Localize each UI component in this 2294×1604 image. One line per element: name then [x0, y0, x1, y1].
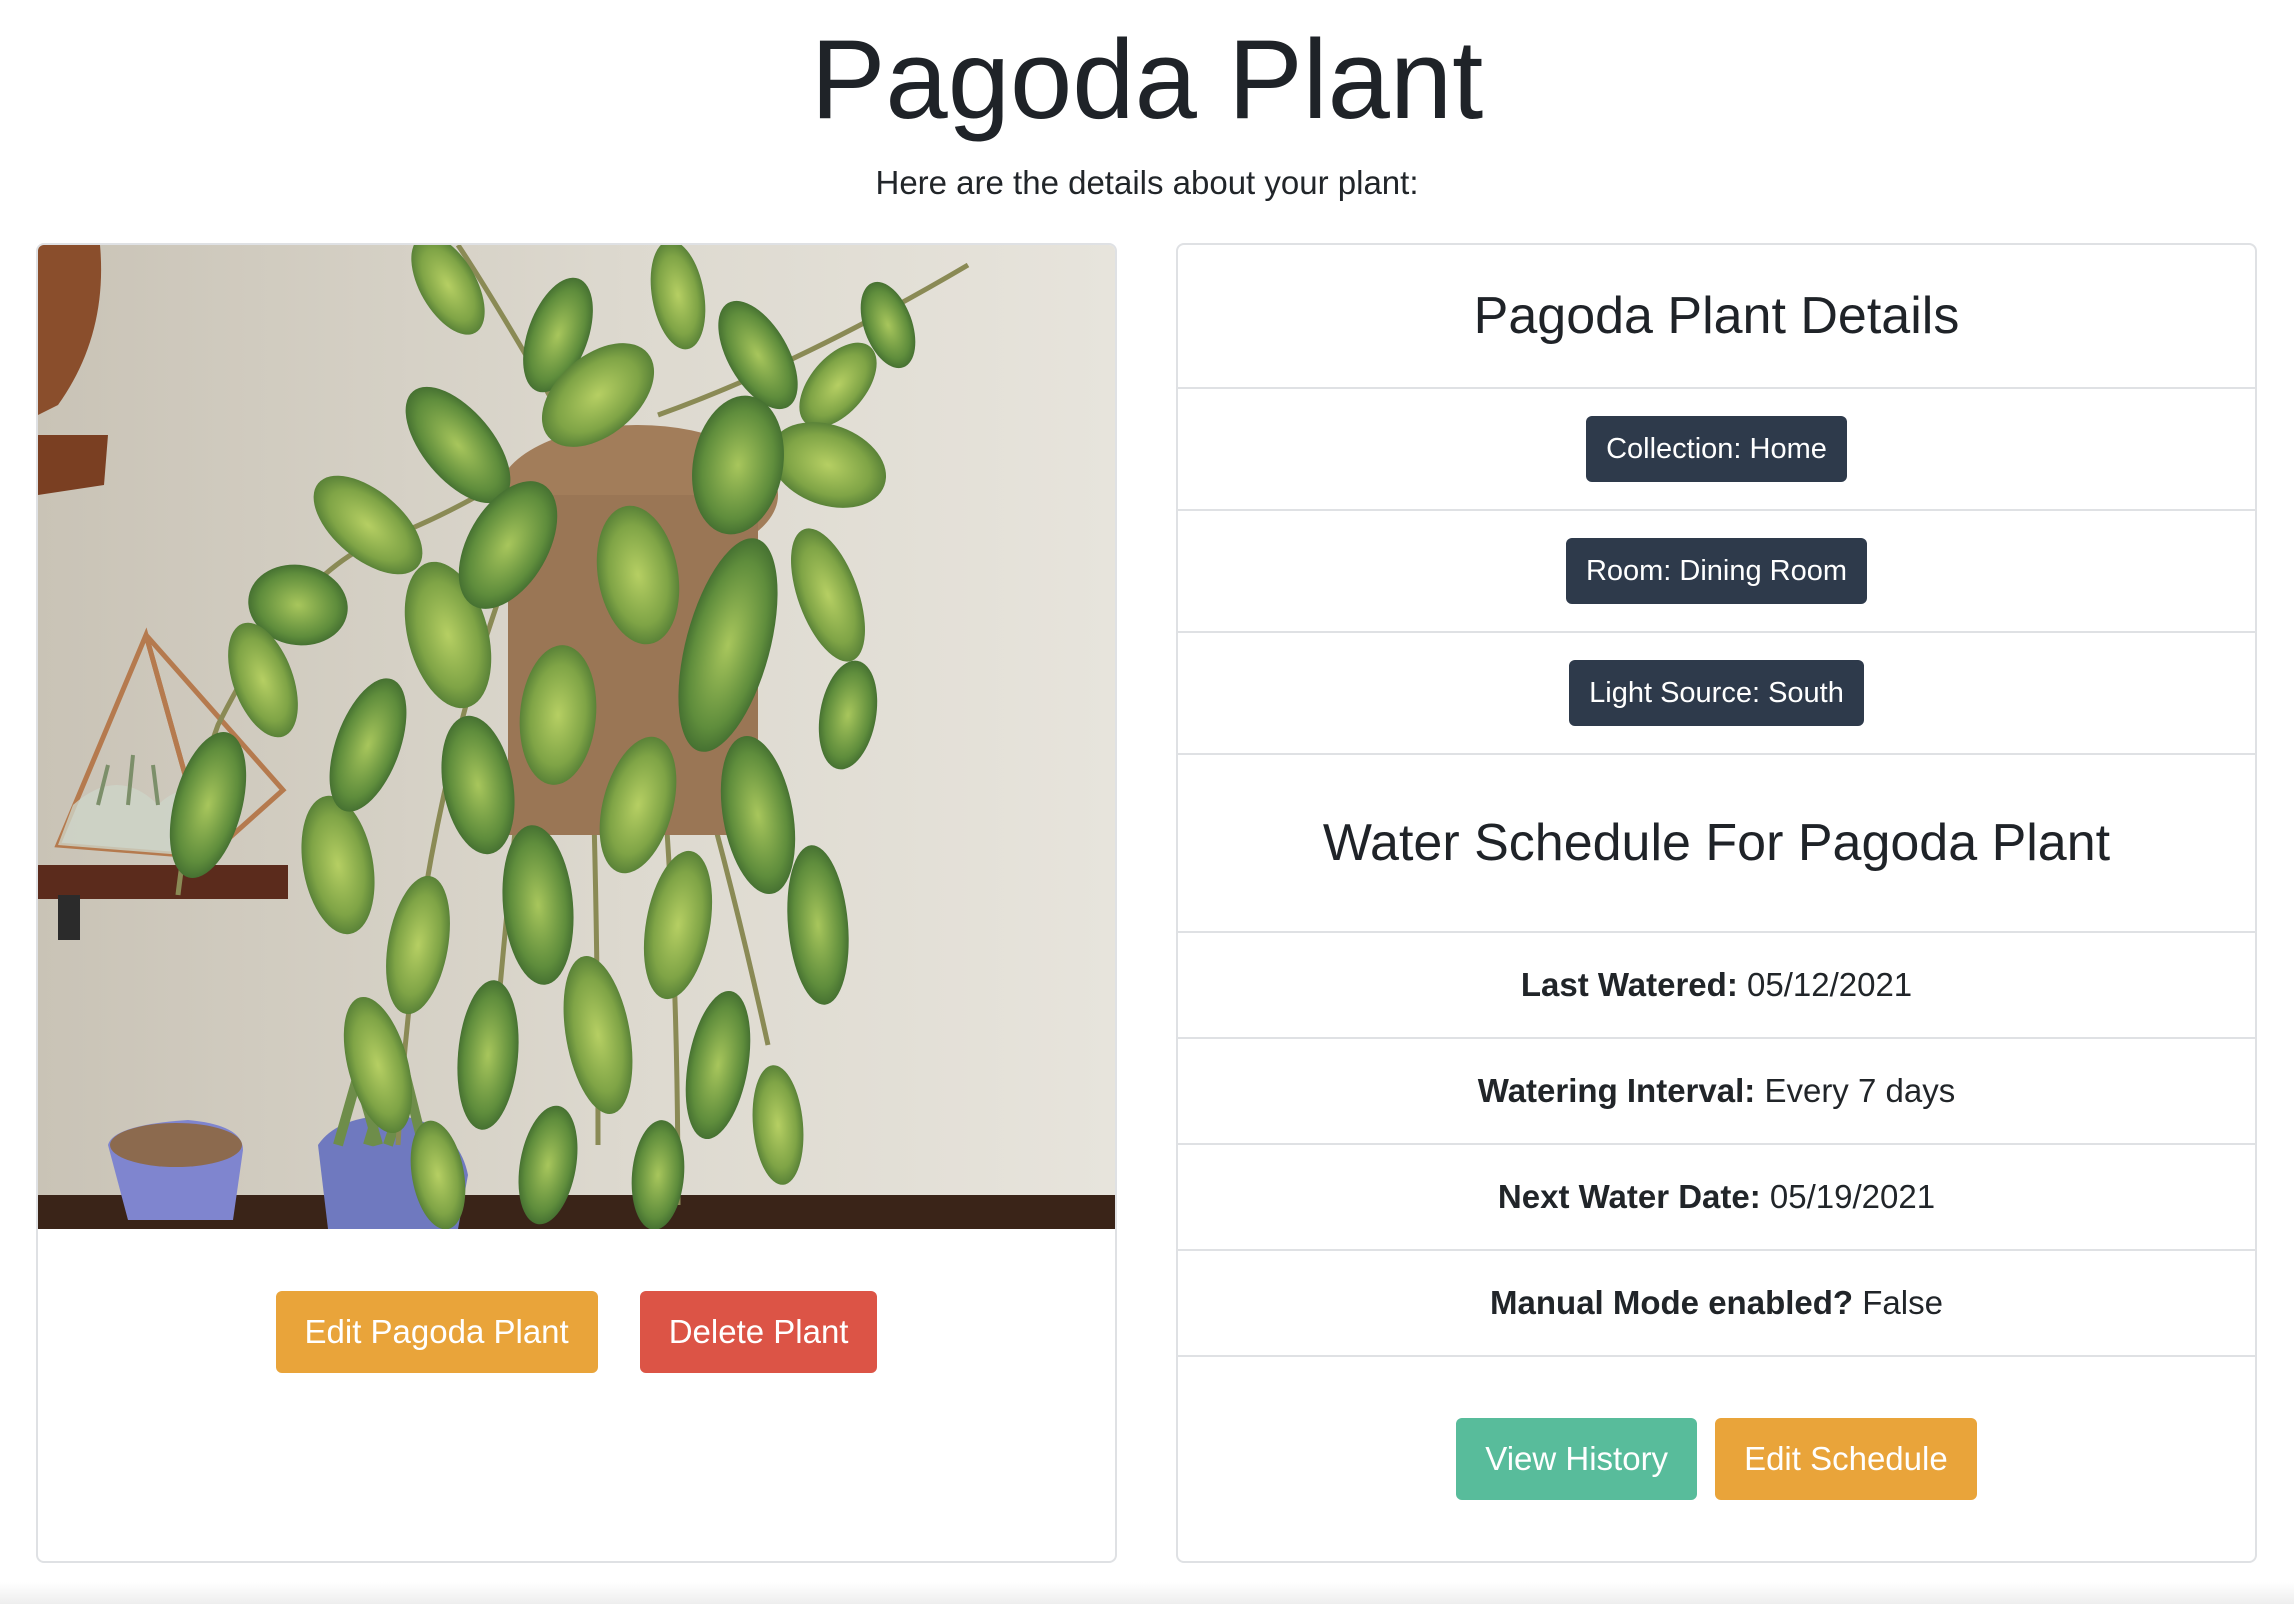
light-source-badge: Light Source: South — [1569, 660, 1864, 726]
next-water-date-label: Next Water Date: — [1497, 1178, 1761, 1215]
details-title: Pagoda Plant Details — [1178, 245, 2255, 389]
manual-mode-label: Manual Mode enabled? — [1490, 1284, 1854, 1321]
watering-interval-value: Every 7 days — [1764, 1072, 1956, 1109]
last-watered-row: Last Watered: 05/12/2021 — [1178, 933, 2255, 1039]
room-badge: Room: Dining Room — [1565, 538, 1868, 604]
next-water-date-value: 05/19/2021 — [1769, 1178, 1936, 1215]
plant-details-card: Pagoda Plant Details Collection: Home Ro… — [1176, 243, 2257, 1563]
page-subtitle: Here are the details about your plant: — [875, 164, 1419, 201]
page-title: Pagoda Plant — [810, 17, 1484, 142]
plant-actions: Edit Pagoda Plant Delete Plant — [38, 1291, 1115, 1373]
delete-plant-button[interactable]: Delete Plant — [639, 1291, 878, 1373]
last-watered-value: 05/12/2021 — [1746, 966, 1913, 1003]
watering-interval-row: Watering Interval: Every 7 days — [1178, 1039, 2255, 1145]
schedule-actions: View History Edit Schedule — [1178, 1418, 2255, 1500]
next-water-date-row: Next Water Date: 05/19/2021 — [1178, 1145, 2255, 1251]
manual-mode-row: Manual Mode enabled? False — [1178, 1251, 2255, 1357]
plant-photo-card: Edit Pagoda Plant Delete Plant — [36, 243, 1117, 1563]
collection-badge: Collection: Home — [1586, 416, 1847, 482]
light-source-row: Light Source: South — [1178, 633, 2255, 755]
watering-interval-label: Watering Interval: — [1477, 1072, 1756, 1109]
view-history-button[interactable]: View History — [1456, 1418, 1698, 1500]
edit-plant-button[interactable]: Edit Pagoda Plant — [275, 1291, 598, 1373]
page-bottom-edge — [0, 1582, 2294, 1604]
plant-photo — [38, 245, 1115, 1229]
water-schedule-title: Water Schedule For Pagoda Plant — [1178, 755, 2255, 933]
manual-mode-value: False — [1862, 1284, 1943, 1321]
room-row: Room: Dining Room — [1178, 511, 2255, 633]
edit-schedule-button[interactable]: Edit Schedule — [1715, 1418, 1977, 1500]
last-watered-label: Last Watered: — [1520, 966, 1738, 1003]
collection-row: Collection: Home — [1178, 389, 2255, 511]
